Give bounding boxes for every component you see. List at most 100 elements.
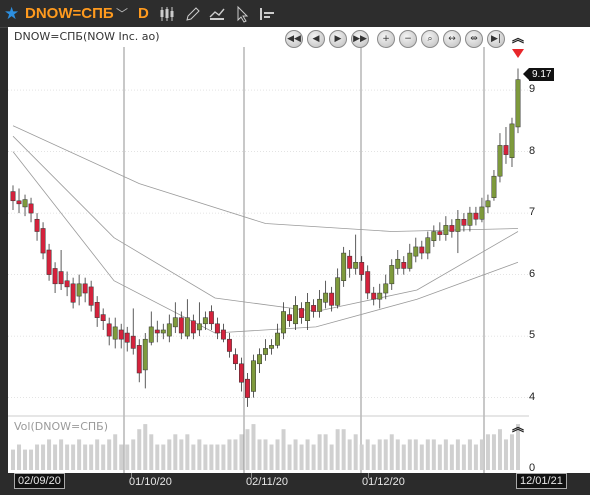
candle-body — [365, 271, 371, 294]
volume-bar — [17, 444, 22, 470]
symbol-selector[interactable]: DNOW=СПБ — [25, 0, 114, 27]
y-tick-label: 9 — [529, 83, 536, 96]
candle-body — [28, 203, 34, 214]
volume-bar — [341, 429, 346, 470]
candle-body — [16, 200, 22, 205]
last-price-tag: 9.17 — [522, 68, 555, 81]
period-selector[interactable]: D — [138, 0, 149, 27]
candle-body — [94, 302, 100, 318]
chart-title: DNOW=СПБ(NOW Inc. ao) — [14, 30, 160, 43]
candle-body — [10, 191, 16, 202]
expand-icon[interactable]: ↔ — [443, 30, 461, 48]
volume-bar — [209, 444, 214, 470]
collapse-up-icon[interactable]: ︽ — [512, 29, 524, 46]
price-chart[interactable] — [8, 27, 529, 473]
layout-icon[interactable] — [258, 5, 276, 23]
volume-bar — [29, 449, 34, 470]
volume-bar — [317, 434, 322, 470]
end-icon[interactable]: ▶| — [487, 30, 505, 48]
volume-bar — [347, 439, 352, 470]
candle-body — [287, 314, 292, 321]
zoom-in-icon[interactable]: + — [377, 30, 395, 48]
candle-body — [76, 283, 82, 297]
candle-body — [118, 329, 124, 340]
chart-panel[interactable]: DNOW=СПБ(NOW Inc. ao) Vol(DNOW=СПБ) — [8, 27, 530, 473]
candle-body — [467, 212, 473, 226]
x-tick-label: 02/11/20 — [246, 476, 289, 488]
volume-bar — [275, 439, 280, 470]
volume-bar — [269, 444, 274, 470]
volume-bar — [71, 444, 76, 470]
volume-bar — [305, 439, 310, 470]
candle-body — [395, 258, 401, 269]
candle-body — [389, 265, 395, 285]
chevron-down-icon[interactable]: ﹀ — [116, 0, 128, 27]
bar-settings-icon[interactable] — [208, 5, 226, 23]
candle-body — [130, 335, 136, 349]
pencil-icon[interactable] — [184, 5, 202, 23]
volume-bar — [119, 444, 124, 470]
candle-body — [275, 332, 280, 346]
fast-forward-icon[interactable]: ▶▶ — [351, 30, 369, 48]
candle-body — [154, 329, 160, 334]
candle-body — [178, 317, 184, 334]
star-icon[interactable]: ★ — [4, 0, 19, 27]
volume-bar — [473, 444, 478, 470]
volume-bar — [227, 439, 232, 470]
volume-bar — [185, 434, 190, 470]
candle-body — [383, 283, 389, 294]
volume-bar — [383, 439, 388, 470]
candle-body — [34, 218, 40, 232]
candle-body — [190, 320, 196, 334]
candle-body — [347, 255, 353, 269]
candle-body — [22, 199, 28, 208]
candle-body — [184, 317, 190, 337]
candle-body — [82, 283, 88, 294]
cursor-icon[interactable] — [234, 5, 252, 23]
y-tick-label: 7 — [529, 206, 536, 219]
candle-body — [208, 311, 214, 325]
candle-body — [232, 354, 238, 365]
volume-bar — [137, 429, 142, 470]
candlestick-icon[interactable] — [158, 5, 176, 23]
volume-bar — [143, 424, 148, 470]
candle-body — [281, 311, 286, 334]
volume-bar — [263, 439, 268, 470]
last-price-marker — [512, 49, 524, 58]
volume-bar — [401, 444, 406, 470]
volume-bar — [65, 444, 70, 470]
volume-bar — [299, 444, 304, 470]
rewind-icon[interactable]: ◀◀ — [285, 30, 303, 48]
volume-bar — [467, 439, 472, 470]
volume-bar — [155, 444, 160, 470]
candle-body — [58, 271, 64, 285]
candle-body — [335, 277, 341, 306]
candle-body — [40, 228, 46, 254]
volume-bar — [239, 434, 244, 470]
forward-icon[interactable]: ▶ — [329, 30, 347, 48]
volume-bar — [95, 439, 100, 470]
volume-bar — [191, 444, 196, 470]
candle-body — [515, 79, 521, 128]
volume-collapse-icon[interactable]: ︽ — [512, 418, 524, 435]
candle-body — [136, 345, 142, 374]
volume-bar — [509, 434, 514, 470]
candle-body — [449, 225, 455, 232]
shrink-icon[interactable]: ⇹ — [465, 30, 483, 48]
candle-body — [52, 268, 58, 285]
zoom-fit-icon[interactable]: ⌕ — [421, 30, 439, 48]
candle-body — [461, 218, 467, 226]
zoom-out-icon[interactable]: − — [399, 30, 417, 48]
candle-body — [269, 345, 274, 349]
volume-bar — [245, 429, 250, 470]
volume-bar — [431, 439, 436, 470]
candle-body — [359, 262, 365, 275]
volume-bar — [203, 444, 208, 470]
back-icon[interactable]: ◀ — [307, 30, 325, 48]
volume-bar — [197, 439, 202, 470]
moving-average-line — [12, 151, 519, 334]
candle-body — [239, 363, 244, 383]
volume-bar — [11, 449, 15, 470]
volume-bar — [419, 444, 424, 470]
candle-body — [220, 329, 226, 340]
